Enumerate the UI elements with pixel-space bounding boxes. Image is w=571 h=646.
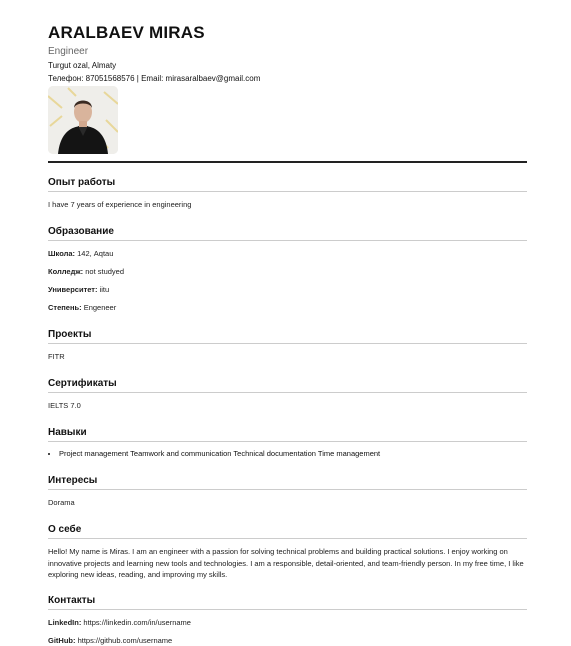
about-section: О себе Hello! My name is Miras. I am an … <box>48 523 527 581</box>
address-line: Turgut ozal, Almaty <box>48 61 117 70</box>
university-label: Университет: <box>48 285 98 294</box>
resume-content: Опыт работы I have 7 years of experience… <box>48 176 527 646</box>
skills-list: Project management Teamwork and communic… <box>48 449 527 459</box>
interests-heading: Интересы <box>48 474 527 490</box>
github-row: GitHub: https://github.com/username <box>48 636 527 646</box>
skills-list-item: Project management Teamwork and communic… <box>59 449 527 459</box>
linkedin-link[interactable]: https://linkedin.com/in/username <box>81 618 191 627</box>
college-value: not studyed <box>83 267 125 276</box>
projects-text: FITR <box>48 352 65 361</box>
resume-header: ARALBAEV MIRAS Engineer Turgut ozal, Alm… <box>48 22 528 84</box>
university-value: iitu <box>97 285 110 294</box>
linkedin-label: LinkedIn: <box>48 617 82 627</box>
experience-heading: Опыт работы <box>48 176 527 192</box>
experience-section: Опыт работы I have 7 years of experience… <box>48 176 527 210</box>
about-heading: О себе <box>48 523 527 539</box>
school-row: Школа: 142, Aqtau <box>48 249 527 259</box>
about-text: Hello! My name is Miras. I am an enginee… <box>48 547 524 579</box>
contacts-section: Контакты LinkedIn: https://linkedin.com/… <box>48 594 527 646</box>
skills-section: Навыки Project management Teamwork and c… <box>48 426 527 459</box>
github-label: GitHub: <box>48 635 76 645</box>
resume-page: ARALBAEV MIRAS Engineer Turgut ozal, Alm… <box>0 0 571 645</box>
certificates-heading: Сертификаты <box>48 377 527 393</box>
profile-photo <box>48 86 118 154</box>
header-divider <box>48 161 527 163</box>
school-label: Школа: <box>48 249 76 258</box>
interests-section: Интересы Dorama <box>48 474 527 508</box>
degree-row: Степень: Engeneer <box>48 303 527 313</box>
degree-label: Степень: <box>48 303 82 312</box>
experience-text: I have 7 years of experience in engineer… <box>48 200 192 209</box>
degree-value: Engeneer <box>81 303 117 312</box>
education-section: Образование Школа: 142, Aqtau Колледж: n… <box>48 225 527 313</box>
certificates-text: IELTS 7.0 <box>48 401 81 410</box>
college-row: Колледж: not studyed <box>48 267 527 277</box>
contact-line: Телефон: 87051568576 | Email: mirasaralb… <box>48 74 261 83</box>
projects-section: Проекты FITR <box>48 328 527 362</box>
school-value: 142, Aqtau <box>75 249 114 258</box>
contacts-heading: Контакты <box>48 594 527 610</box>
linkedin-row: LinkedIn: https://linkedin.com/in/userna… <box>48 618 527 628</box>
university-row: Университет: iitu <box>48 285 527 295</box>
github-link[interactable]: https://github.com/username <box>76 636 173 645</box>
college-label: Колледж: <box>48 267 84 276</box>
certificates-section: Сертификаты IELTS 7.0 <box>48 377 527 411</box>
education-heading: Образование <box>48 225 527 241</box>
job-title: Engineer <box>48 46 89 57</box>
projects-heading: Проекты <box>48 328 527 344</box>
skills-heading: Навыки <box>48 426 527 442</box>
interests-text: Dorama <box>48 498 75 507</box>
person-name: ARALBAEV MIRAS <box>48 23 205 42</box>
